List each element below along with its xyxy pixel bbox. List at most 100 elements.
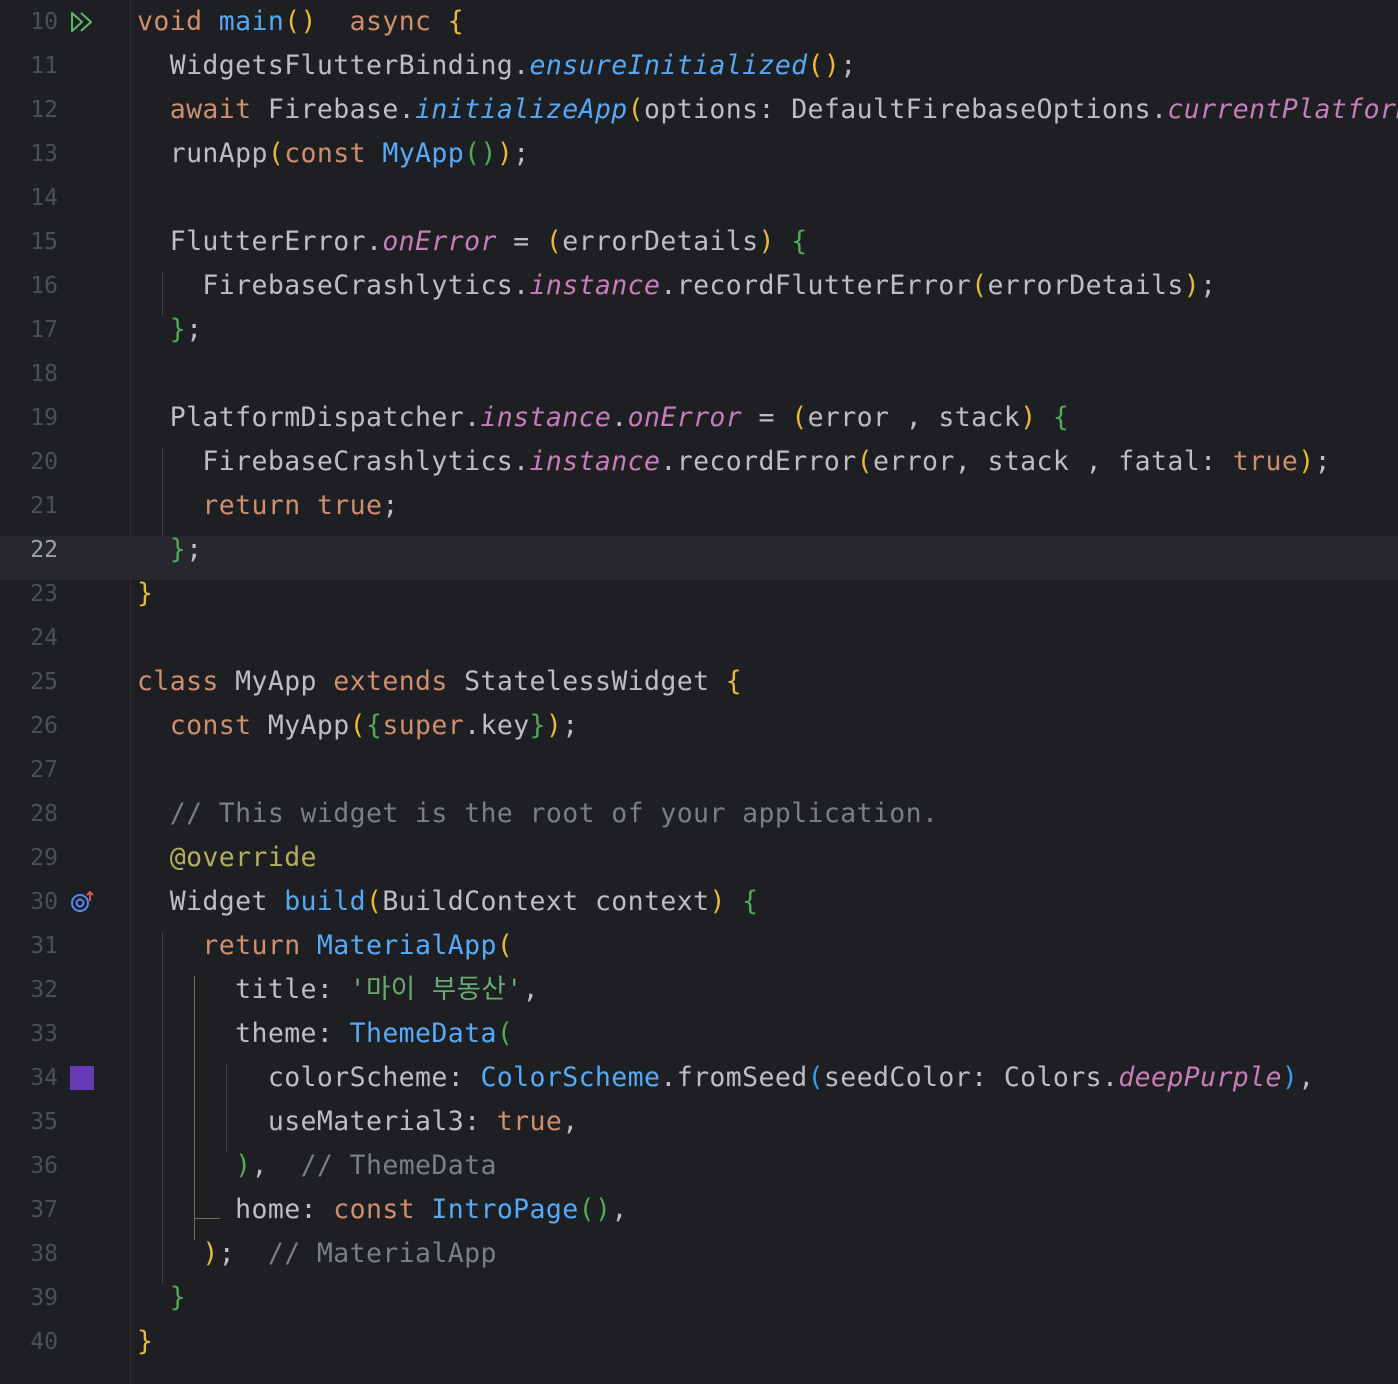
code-text[interactable]: // This widget is the root of your appli…	[137, 792, 938, 836]
code-text[interactable]: title: '마이 부동산',	[137, 968, 539, 1012]
code-text[interactable]: }	[137, 572, 153, 616]
code-line[interactable]: 23}	[0, 572, 1398, 616]
code-line[interactable]: 13 runApp(const MyApp());	[0, 132, 1398, 176]
code-token: }	[169, 314, 187, 345]
code-text[interactable]: }	[137, 1276, 186, 1320]
code-token: {	[791, 226, 808, 257]
code-token: )	[1183, 270, 1201, 301]
code-line[interactable]: 32 title: '마이 부동산',	[0, 968, 1398, 1012]
code-line[interactable]: 10 void main() async {	[0, 0, 1398, 44]
code-line[interactable]: 28 // This widget is the root of your ap…	[0, 792, 1398, 836]
code-token: async	[349, 6, 448, 37]
code-text[interactable]: PlatformDispatcher.instance.onError = (e…	[137, 396, 1069, 440]
line-number: 17	[30, 317, 58, 343]
code-line[interactable]: 20 FirebaseCrashlytics.instance.recordEr…	[0, 440, 1398, 484]
code-text[interactable]: FlutterError.onError = (errorDetails) {	[137, 220, 808, 264]
code-line[interactable]: 35 useMaterial3: true,	[0, 1100, 1398, 1144]
line-number: 24	[30, 625, 58, 651]
code-token: ()	[578, 1194, 612, 1225]
code-text[interactable]: return MaterialApp(	[137, 924, 513, 968]
code-line[interactable]: 36 ), // ThemeData	[0, 1144, 1398, 1188]
code-text[interactable]: runApp(const MyApp());	[137, 132, 530, 176]
code-token: ,	[251, 1150, 301, 1181]
code-token: runApp	[137, 138, 268, 169]
code-token: {	[365, 710, 383, 741]
code-line[interactable]: 18	[0, 352, 1398, 396]
code-token: ;	[186, 534, 203, 565]
code-text[interactable]: ); // MaterialApp	[137, 1232, 497, 1276]
code-token: {	[742, 886, 759, 917]
code-text[interactable]: };	[137, 308, 202, 352]
line-number: 33	[30, 1021, 58, 1047]
code-token: ;	[1314, 446, 1331, 477]
code-token: )	[758, 226, 775, 257]
code-text[interactable]: await Firebase.initializeApp(options: De…	[137, 88, 1398, 132]
code-text[interactable]: ), // ThemeData	[137, 1144, 497, 1188]
code-text[interactable]: }	[137, 1320, 153, 1364]
code-line[interactable]: 38 ); // MaterialApp	[0, 1232, 1398, 1276]
code-token: (	[791, 402, 808, 433]
code-line[interactable]: 21 return true;	[0, 484, 1398, 528]
code-token: =	[496, 226, 546, 257]
code-line[interactable]: 17 };	[0, 308, 1398, 352]
code-line[interactable]: 11 WidgetsFlutterBinding.ensureInitializ…	[0, 44, 1398, 88]
line-number: 25	[30, 669, 58, 695]
code-token: ensureInitialized	[529, 50, 808, 81]
code-text[interactable]: };	[137, 528, 202, 572]
code-line[interactable]: 24	[0, 616, 1398, 660]
code-text[interactable]: class MyApp extends StatelessWidget {	[137, 660, 742, 704]
code-line[interactable]: 26 const MyApp({super.key});	[0, 704, 1398, 748]
code-line[interactable]: 25 class MyApp extends StatelessWidget {	[0, 660, 1398, 704]
code-line[interactable]: 40}	[0, 1320, 1398, 1364]
code-text[interactable]: home: const IntroPage(),	[137, 1188, 628, 1232]
code-token: const	[137, 710, 268, 741]
override-gutter-icon[interactable]	[70, 891, 94, 913]
line-number: 10	[30, 9, 58, 35]
code-text[interactable]: useMaterial3: true,	[137, 1100, 579, 1144]
code-token: colorScheme:	[137, 1062, 481, 1093]
code-token: }	[169, 534, 187, 565]
code-line[interactable]: 34 colorScheme: ColorScheme.fromSeed(see…	[0, 1056, 1398, 1100]
code-line[interactable]: 15 FlutterError.onError = (errorDetails)…	[0, 220, 1398, 264]
code-text[interactable]: theme: ThemeData(	[137, 1012, 513, 1056]
code-text[interactable]: colorScheme: ColorScheme.fromSeed(seedCo…	[137, 1056, 1315, 1100]
code-text[interactable]: WidgetsFlutterBinding.ensureInitialized(…	[137, 44, 857, 88]
code-token: options: DefaultFirebaseOptions.	[644, 94, 1168, 125]
code-line[interactable]: 27	[0, 748, 1398, 792]
code-token: {	[1052, 402, 1070, 433]
code-line[interactable]: 22 };	[0, 528, 1398, 572]
code-text[interactable]: Widget build(BuildContext context) {	[137, 880, 759, 924]
code-line[interactable]: 14	[0, 176, 1398, 220]
code-token: main	[218, 6, 285, 37]
code-token: const	[333, 1194, 432, 1225]
code-text[interactable]: const MyApp({super.key});	[137, 704, 579, 748]
code-token: .fromSeed	[660, 1062, 808, 1093]
code-text[interactable]: @override	[137, 836, 317, 880]
code-token: onError	[627, 402, 743, 433]
code-line[interactable]: 16 FirebaseCrashlytics.instance.recordFl…	[0, 264, 1398, 308]
code-token: )	[202, 1238, 219, 1269]
run-gutter-icon[interactable]	[70, 11, 94, 33]
code-line[interactable]: 29 @override	[0, 836, 1398, 880]
color-swatch-icon[interactable]	[70, 1066, 94, 1090]
code-token: const	[284, 138, 383, 169]
line-number: 36	[30, 1153, 58, 1179]
code-line[interactable]: 30 Widget build(BuildContext context) {	[0, 880, 1398, 924]
code-text[interactable]: FirebaseCrashlytics.instance.recordError…	[137, 440, 1331, 484]
code-text[interactable]: FirebaseCrashlytics.instance.recordFlutt…	[137, 264, 1216, 308]
code-token: await	[137, 94, 268, 125]
code-line[interactable]: 31 return MaterialApp(	[0, 924, 1398, 968]
code-line[interactable]: 39 }	[0, 1276, 1398, 1320]
code-line[interactable]: 19 PlatformDispatcher.instance.onError =…	[0, 396, 1398, 440]
code-token: )	[235, 1150, 252, 1181]
code-line[interactable]: 12 await Firebase.initializeApp(options:…	[0, 88, 1398, 132]
code-token: MyApp	[267, 710, 350, 741]
code-line[interactable]: 33 theme: ThemeData(	[0, 1012, 1398, 1056]
code-text[interactable]: void main() async {	[137, 0, 464, 44]
code-token: title:	[137, 974, 350, 1005]
code-text[interactable]: return true;	[137, 484, 399, 528]
code-line[interactable]: 37 home: const IntroPage(),	[0, 1188, 1398, 1232]
